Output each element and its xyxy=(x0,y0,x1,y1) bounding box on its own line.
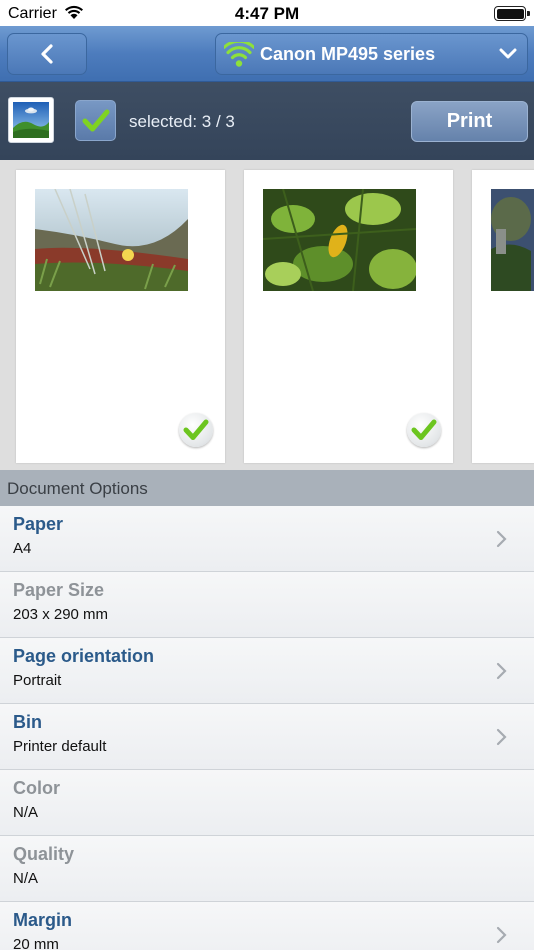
status-bar: Carrier 4:47 PM xyxy=(0,0,534,26)
option-value: Printer default xyxy=(13,738,107,755)
page-preview-2[interactable] xyxy=(244,170,453,463)
option-title: Paper Size xyxy=(13,580,105,600)
printer-wifi-icon xyxy=(222,39,256,73)
option-row-quality: Quality N/A xyxy=(0,836,534,902)
option-title: Quality xyxy=(13,844,75,864)
option-row-color: Color N/A xyxy=(0,770,534,836)
page-preview-1[interactable] xyxy=(16,170,225,463)
option-row-page-orientation[interactable]: Page orientation Portrait xyxy=(0,638,534,704)
option-value: A4 xyxy=(13,540,32,557)
chevron-down-icon xyxy=(499,47,517,66)
option-row-paper-size: Paper Size 203 x 290 mm xyxy=(0,572,534,638)
photo-library-button[interactable] xyxy=(8,97,54,143)
page-preview-strip[interactable] xyxy=(0,160,534,470)
photo-thumbnail-3 xyxy=(491,189,534,291)
battery-icon xyxy=(494,6,526,21)
chevron-right-icon xyxy=(496,662,508,685)
option-row-bin[interactable]: Bin Printer default xyxy=(0,704,534,770)
option-row-margin[interactable]: Margin 20 mm xyxy=(0,902,534,950)
chevron-left-icon xyxy=(41,44,53,64)
checkmark-icon xyxy=(411,419,437,440)
option-title: Bin xyxy=(13,712,42,732)
selection-count: selected: 3 / 3 xyxy=(129,112,235,131)
option-value: N/A xyxy=(13,804,39,821)
options-list: Paper A4 Paper Size 203 x 290 mm Page or… xyxy=(0,506,534,950)
option-row-paper[interactable]: Paper A4 xyxy=(0,506,534,572)
chevron-right-icon xyxy=(496,530,508,553)
select-all-checkbox[interactable] xyxy=(75,100,116,141)
option-value: 203 x 290 mm xyxy=(13,606,109,623)
page-preview-3[interactable] xyxy=(472,170,534,463)
document-options-header: Document Options xyxy=(0,470,534,506)
option-title: Page orientation xyxy=(13,646,155,666)
chevron-right-icon xyxy=(496,926,508,949)
printer-selector[interactable]: Canon MP495 series xyxy=(215,33,528,75)
clock: 4:47 PM xyxy=(234,4,300,23)
option-value: 20 mm xyxy=(13,936,59,950)
page-selected-check-2[interactable] xyxy=(407,413,441,447)
option-title: Color xyxy=(13,778,60,798)
page-selected-check-1[interactable] xyxy=(179,413,213,447)
option-title: Margin xyxy=(13,910,73,930)
option-value: Portrait xyxy=(13,672,62,689)
option-title: Paper xyxy=(13,514,64,534)
back-button[interactable] xyxy=(7,33,87,75)
checkmark-icon xyxy=(183,419,209,440)
chevron-right-icon xyxy=(496,728,508,751)
photo-thumbnail-2 xyxy=(263,189,416,291)
photo-icon xyxy=(13,102,49,138)
print-button[interactable]: Print xyxy=(411,101,528,142)
printer-name: Canon MP495 series xyxy=(260,44,436,64)
photo-thumbnail-1 xyxy=(35,189,188,291)
nav-bar: Canon MP495 series xyxy=(0,26,534,82)
battery-tip xyxy=(527,11,530,16)
checkmark-icon xyxy=(82,109,109,131)
selection-toolbar: selected: 3 / 3 Print xyxy=(0,82,534,160)
option-value: N/A xyxy=(13,870,39,887)
